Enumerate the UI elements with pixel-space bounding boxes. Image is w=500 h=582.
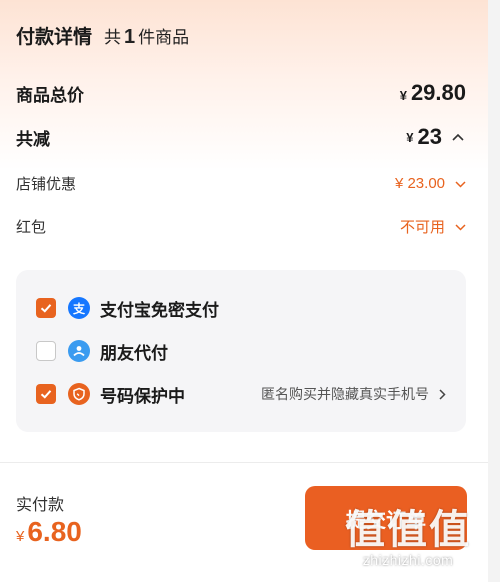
- goods-total-row: 商品总价 ¥29.80: [16, 80, 466, 106]
- submit-order-button[interactable]: 提交订单: [305, 486, 467, 550]
- panel-header: 付款详情 共 1 件商品: [16, 22, 189, 49]
- goods-total-price: ¥29.80: [400, 80, 466, 106]
- chevron-down-icon[interactable]: [455, 177, 466, 191]
- paid-amount-label: 实付款: [16, 497, 65, 514]
- footer-divider: [0, 462, 488, 463]
- discount-total-value: 23: [417, 124, 442, 149]
- checkbox-checked[interactable]: [36, 298, 56, 318]
- paid-currency: ¥: [16, 528, 25, 545]
- scrollbar-track[interactable]: [488, 0, 500, 582]
- page-title: 付款详情: [16, 27, 93, 48]
- chevron-up-icon[interactable]: [452, 130, 464, 144]
- checkbox-unchecked[interactable]: [36, 341, 56, 361]
- shield-icon: [68, 383, 90, 405]
- paid-value: 6.80: [27, 516, 82, 547]
- number-protection-note[interactable]: 匿名购买并隐藏真实手机号: [261, 384, 446, 404]
- chevron-right-icon: [439, 388, 446, 400]
- red-packet-label: 红包: [16, 219, 47, 236]
- payment-option-label: 朋友代付: [100, 343, 168, 363]
- store-discount-value: ¥ 23.00: [394, 175, 445, 192]
- checkbox-checked[interactable]: [36, 384, 56, 404]
- paid-amount: ¥ 6.80: [16, 516, 82, 548]
- payment-option-number-protection[interactable]: 号码保护中 匿名购买并隐藏真实手机号: [36, 380, 446, 408]
- item-count: 共 1 件商品: [104, 23, 189, 49]
- red-packet-value: 不可用: [399, 219, 445, 236]
- goods-total-currency: ¥: [399, 88, 407, 103]
- payment-options-panel: 支 支付宝免密支付 朋友代付 号码保护中 匿名购买并隐藏真实手机号: [16, 270, 466, 432]
- discount-total-row[interactable]: 共减 ¥23: [16, 124, 464, 150]
- store-discount-label: 店铺优惠: [16, 176, 77, 193]
- number-protection-note-text: 匿名购买并隐藏真实手机号: [261, 386, 429, 402]
- goods-total-label: 商品总价: [16, 85, 84, 105]
- discount-total-label: 共减: [16, 129, 50, 149]
- goods-total-value: 29.80: [410, 80, 466, 105]
- friend-pay-icon: [68, 340, 90, 362]
- store-discount-value-wrap: ¥ 23.00: [395, 175, 466, 192]
- red-packet-row[interactable]: 红包 不可用: [16, 216, 466, 237]
- discount-total-currency: ¥: [406, 129, 414, 145]
- payment-details-panel: 付款详情 共 1 件商品 商品总价 ¥29.80 共减 ¥23 店铺优惠 ¥ 23.…: [0, 0, 488, 582]
- item-count-prefix: 共: [104, 28, 122, 47]
- payment-option-label: 号码保护中: [100, 386, 185, 406]
- store-discount-row[interactable]: 店铺优惠 ¥ 23.00: [16, 173, 466, 194]
- item-count-value: 1: [124, 26, 136, 48]
- discount-total-price: ¥23: [406, 124, 464, 150]
- red-packet-value-wrap: 不可用: [400, 216, 466, 237]
- payment-option-alipay[interactable]: 支 支付宝免密支付: [36, 294, 446, 322]
- payment-option-friend-pay[interactable]: 朋友代付: [36, 337, 446, 365]
- payment-option-label: 支付宝免密支付: [100, 300, 219, 320]
- alipay-icon: 支: [68, 297, 90, 319]
- item-count-suffix: 件商品: [138, 28, 190, 47]
- chevron-down-icon[interactable]: [455, 220, 466, 234]
